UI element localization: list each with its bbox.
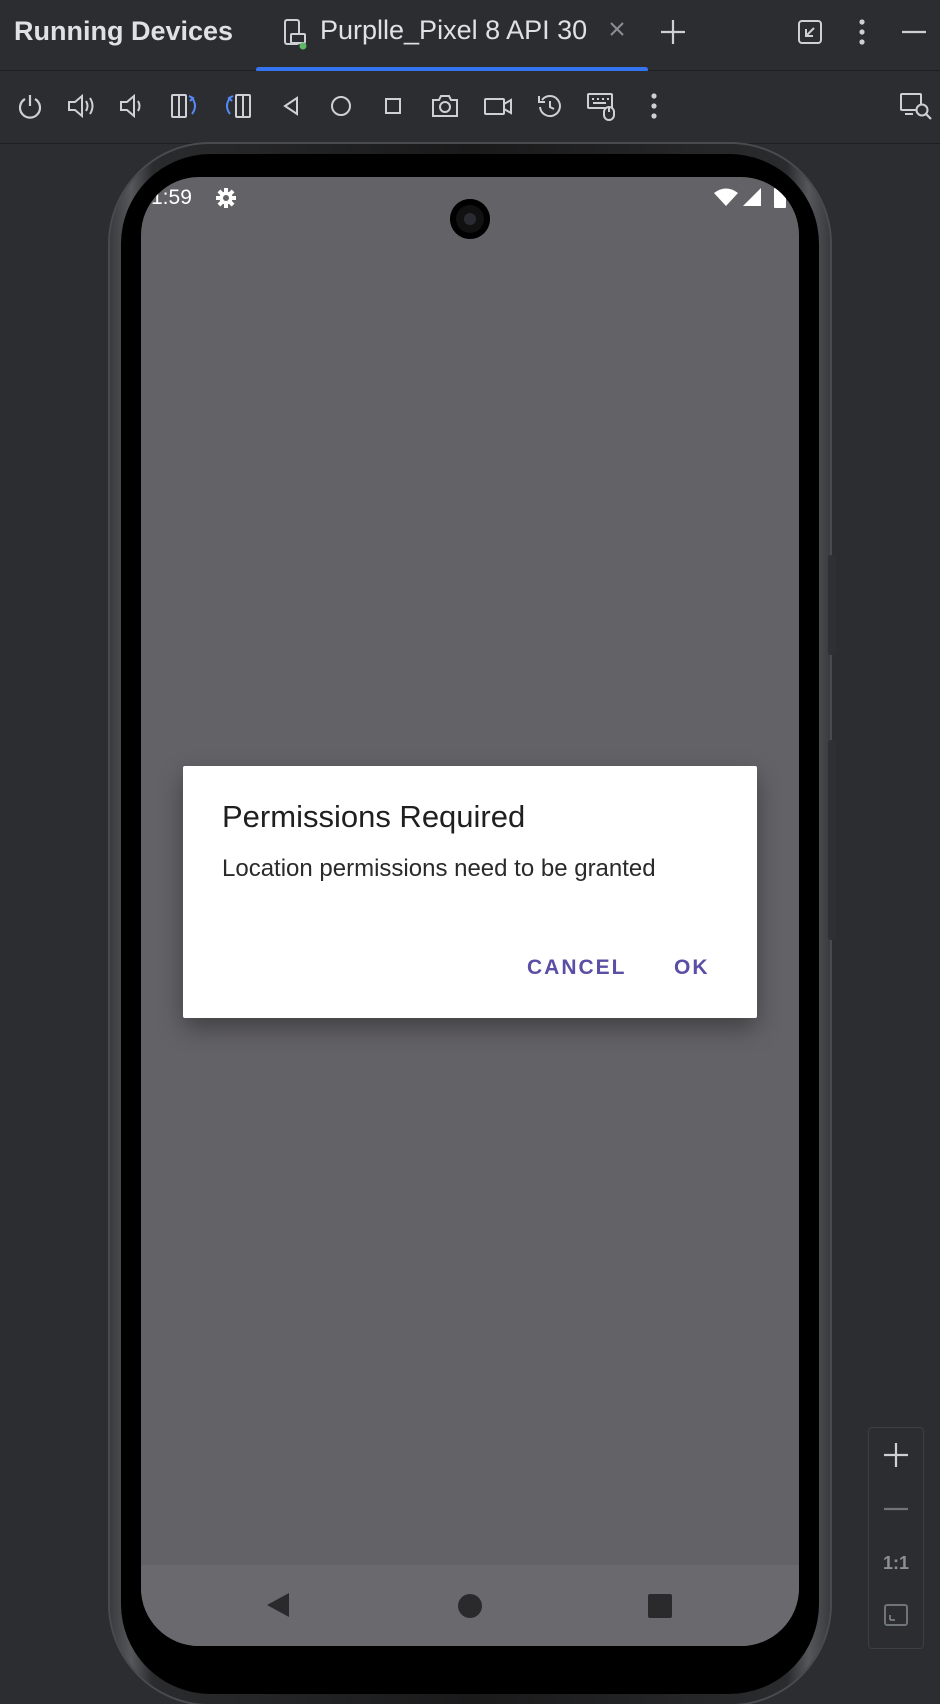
zoom-controls: 1:1 [868, 1427, 924, 1649]
cancel-button[interactable]: CANCEL [527, 956, 627, 980]
signal-icon [742, 187, 762, 212]
more-vert-icon[interactable] [852, 15, 872, 49]
device-tab-label: Purplle_Pixel 8 API 30 [320, 15, 588, 45]
snapshot-restore-icon[interactable] [533, 89, 567, 123]
more-vert-icon[interactable] [637, 89, 671, 123]
home-icon[interactable] [324, 89, 358, 123]
back-icon[interactable] [274, 89, 308, 123]
zoom-in-icon[interactable] [869, 1430, 923, 1480]
screenshot-icon[interactable] [428, 89, 462, 123]
dialog-message: Location permissions need to be granted [222, 855, 656, 882]
nav-home-icon[interactable] [457, 1593, 483, 1624]
rotate-right-icon[interactable] [221, 89, 255, 123]
rotate-left-icon[interactable] [167, 89, 201, 123]
front-camera [450, 199, 490, 239]
status-time: 1:59 [151, 186, 192, 209]
zoom-actual-size-label: 1:1 [882, 1552, 909, 1573]
power-key[interactable] [828, 555, 836, 655]
volume-up-icon[interactable] [64, 89, 98, 123]
power-icon[interactable] [13, 89, 47, 123]
device-toolbar [0, 71, 940, 144]
overview-icon[interactable] [376, 89, 410, 123]
device-screen[interactable]: 1:59 Permissions Required Location permi… [141, 177, 799, 1646]
dialog-title: Permissions Required [222, 799, 526, 834]
device-tab[interactable]: Purplle_Pixel 8 API 30 [256, 0, 648, 72]
zoom-out-icon[interactable] [869, 1484, 923, 1534]
new-tab-icon[interactable] [657, 14, 689, 50]
minimize-icon[interactable] [899, 15, 929, 49]
zoom-actual-size-button[interactable]: 1:1 [869, 1538, 923, 1588]
nav-recents-icon[interactable] [647, 1593, 673, 1624]
tool-window-header: Running Devices Purplle_Pixel 8 API 30 [0, 0, 940, 72]
restore-icon[interactable] [794, 15, 826, 49]
volume-rocker[interactable] [828, 740, 836, 940]
permissions-dialog: Permissions Required Location permission… [183, 766, 757, 1018]
fit-screen-icon[interactable] [869, 1590, 923, 1640]
keyboard-mouse-icon[interactable] [585, 89, 619, 123]
device-tab-icon [282, 18, 308, 55]
settings-icon [215, 187, 237, 214]
wifi-icon [713, 187, 739, 212]
ok-button[interactable]: OK [674, 956, 710, 980]
navigation-bar [141, 1565, 799, 1646]
close-icon[interactable] [608, 20, 626, 43]
screen-record-icon[interactable] [481, 89, 515, 123]
panel-title: Running Devices [14, 16, 234, 46]
volume-down-icon[interactable] [114, 89, 148, 123]
nav-back-icon[interactable] [265, 1591, 291, 1624]
battery-icon [773, 185, 787, 214]
device-search-icon[interactable] [898, 89, 934, 123]
